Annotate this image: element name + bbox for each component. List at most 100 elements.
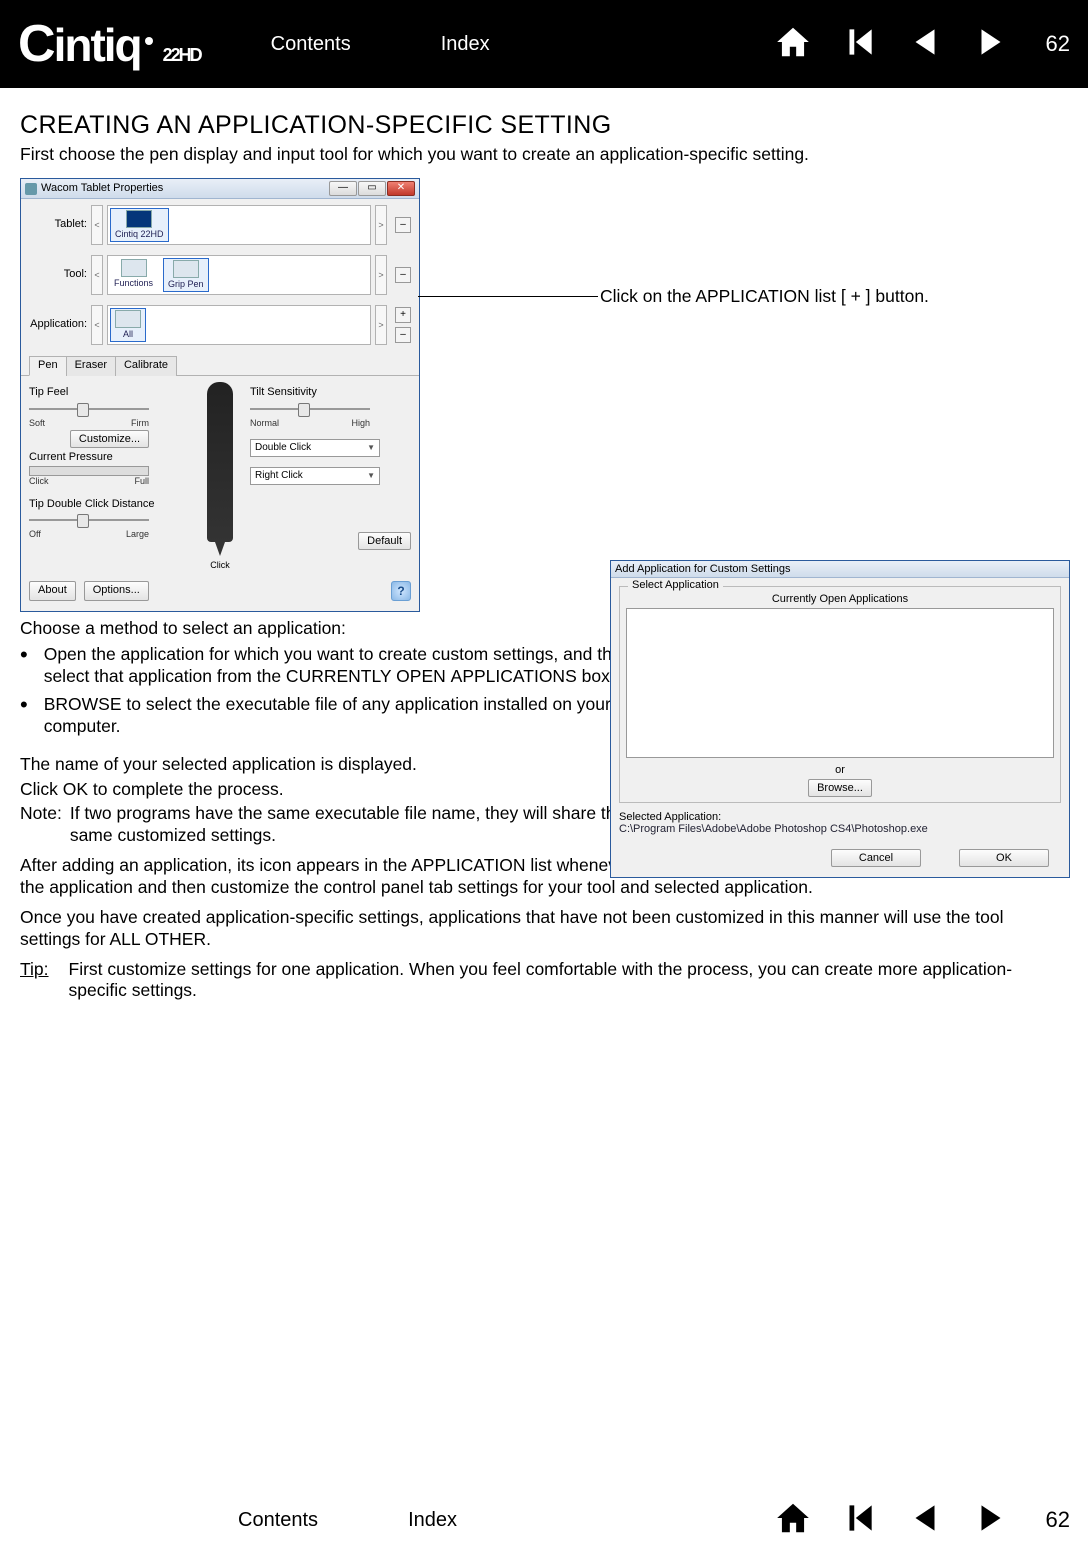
t: O xyxy=(396,666,410,686)
tool-scroll-right[interactable]: > xyxy=(375,255,387,295)
tablet-scroll-right[interactable]: > xyxy=(375,205,387,245)
wacom-properties-window: Wacom Tablet Properties — ▭ ✕ Tablet: < … xyxy=(20,178,420,612)
method-browse-text: BROWSE to select the executable file of … xyxy=(44,694,660,738)
method-browse: BROWSE to select the executable file of … xyxy=(20,694,660,738)
tool-strip: Functions Grip Pen xyxy=(107,255,371,295)
tip-text: First customize settings for one applica… xyxy=(69,959,1068,1003)
options-button[interactable]: Options... xyxy=(84,581,149,601)
minimize-button[interactable]: — xyxy=(329,181,357,196)
t: PPLICATION xyxy=(423,855,526,875)
method-list: Open the application for which you want … xyxy=(20,644,660,738)
pen-column: Click xyxy=(200,382,240,571)
logo-text: intiq xyxy=(54,22,141,68)
app-remove-button[interactable]: – xyxy=(395,327,411,343)
note-label: Note: xyxy=(20,803,62,847)
tip-feel-firm: Firm xyxy=(131,418,149,429)
figure-row: Wacom Tablet Properties — ▭ ✕ Tablet: < … xyxy=(20,178,1068,612)
method-open-app-text: Open the application for which you want … xyxy=(44,644,660,688)
current-pressure-label: Current Pressure xyxy=(29,451,190,465)
t: to select the executable file of any app… xyxy=(44,694,611,736)
add-dlg-titlebar: Add Application for Custom Settings xyxy=(611,561,1069,578)
select-application-group: Select Application Currently Open Applic… xyxy=(619,586,1061,803)
application-row: Application: < All > + – xyxy=(29,305,411,345)
tip-row: Tip: First customize settings for one ap… xyxy=(20,959,1068,1003)
group-legend: Select Application xyxy=(628,579,723,591)
contents-link-bottom[interactable]: Contents xyxy=(238,1509,318,1532)
app-add-button[interactable]: + xyxy=(395,307,411,323)
double-click-combo[interactable]: Double Click▼ xyxy=(250,439,380,457)
tip-feel-slider[interactable] xyxy=(29,402,149,416)
prev-page-icon[interactable] xyxy=(906,23,944,66)
cancel-button[interactable]: Cancel xyxy=(831,849,921,867)
app-scroll-left[interactable]: < xyxy=(91,305,103,345)
nav-icons: 62 xyxy=(774,23,1070,66)
contents-link[interactable]: Contents xyxy=(271,33,351,56)
t: box. xyxy=(577,666,615,686)
chevron-down-icon: ▼ xyxy=(367,471,375,481)
tablet-remove-button[interactable]: – xyxy=(395,217,411,233)
cp-click: Click xyxy=(29,476,49,487)
right-click-combo[interactable]: Right Click ▼ xyxy=(250,467,380,485)
tip-feel-soft: Soft xyxy=(29,418,45,429)
help-icon[interactable]: ? xyxy=(391,581,411,601)
current-pressure-bar xyxy=(29,466,149,476)
callout-plus-button: Click on the APPLICATION list [ + ] butt… xyxy=(600,286,929,308)
double-click-value: Double Click xyxy=(255,442,311,455)
window-buttons: — ▭ ✕ xyxy=(329,181,415,196)
first-page-icon[interactable] xyxy=(840,1499,878,1542)
close-button[interactable]: ✕ xyxy=(387,181,415,196)
open-apps-listbox[interactable] xyxy=(626,608,1054,758)
about-button[interactable]: About xyxy=(29,581,76,601)
top-navbar: Cintiq 22HD Contents Index 62 xyxy=(0,0,1088,88)
page-number-top: 62 xyxy=(1046,31,1070,57)
note-row: Note: If two programs have the same exec… xyxy=(20,803,660,847)
dbl-large: Large xyxy=(126,529,149,540)
ok-button[interactable]: OK xyxy=(959,849,1049,867)
page-title: CREATING AN APPLICATION-SPECIFIC SETTING xyxy=(20,110,1068,141)
tool-remove-button[interactable]: – xyxy=(395,267,411,283)
wacom-titlebar: Wacom Tablet Properties — ▭ ✕ xyxy=(21,179,419,199)
tool-row: Tool: < Functions Grip Pen > – xyxy=(29,255,411,295)
right-click-value: Right Click xyxy=(255,470,303,483)
next-page-icon[interactable] xyxy=(972,23,1010,66)
tablet-scroll-left[interactable]: < xyxy=(91,205,103,245)
dbl-ends: Off Large xyxy=(29,529,149,540)
home-icon[interactable] xyxy=(774,1499,812,1542)
index-link[interactable]: Index xyxy=(441,33,490,56)
tool-item-functions[interactable]: Functions xyxy=(110,258,157,290)
t: O xyxy=(145,929,159,949)
dbl-click-label: Tip Double Click Distance xyxy=(29,498,190,512)
maximize-button[interactable]: ▭ xyxy=(358,181,386,196)
next-page-icon[interactable] xyxy=(972,1499,1010,1542)
left-column: Tip Feel Soft Firm Customize... Current … xyxy=(29,382,190,571)
tilt-normal: Normal xyxy=(250,418,279,429)
t: PPLICATIONS xyxy=(462,666,576,686)
tool-item-grippen[interactable]: Grip Pen xyxy=(163,258,209,292)
grippen-thumb-icon xyxy=(173,260,199,278)
tablet-label: Tablet: xyxy=(29,218,87,232)
app-scroll-right[interactable]: > xyxy=(375,305,387,345)
t: URRENTLY xyxy=(299,666,397,686)
dbl-click-slider[interactable] xyxy=(29,513,149,527)
home-icon[interactable] xyxy=(774,23,812,66)
tab-pen[interactable]: Pen xyxy=(29,356,67,376)
tilt-slider[interactable] xyxy=(250,402,370,416)
or-label: or xyxy=(626,764,1054,776)
tab-calibrate[interactable]: Calibrate xyxy=(115,356,177,376)
index-link-bottom[interactable]: Index xyxy=(408,1509,457,1532)
selected-app-label: Selected Application: xyxy=(619,811,1061,823)
dbl-off: Off xyxy=(29,529,41,540)
browse-button[interactable]: Browse... xyxy=(808,779,872,797)
t: THER xyxy=(158,929,206,949)
tilt-high: High xyxy=(351,418,370,429)
tool-scroll-left[interactable]: < xyxy=(91,255,103,295)
prev-page-icon[interactable] xyxy=(906,1499,944,1542)
default-button[interactable]: Default xyxy=(358,532,411,550)
first-page-icon[interactable] xyxy=(840,23,878,66)
tip-label: Tip: xyxy=(20,959,49,1003)
customize-button[interactable]: Customize... xyxy=(70,430,149,448)
app-item-all[interactable]: All xyxy=(110,308,146,342)
tablet-item-cintiq[interactable]: Cintiq 22HD xyxy=(110,208,169,242)
tab-eraser[interactable]: Eraser xyxy=(66,356,116,376)
logo: Cintiq 22HD xyxy=(18,18,201,70)
